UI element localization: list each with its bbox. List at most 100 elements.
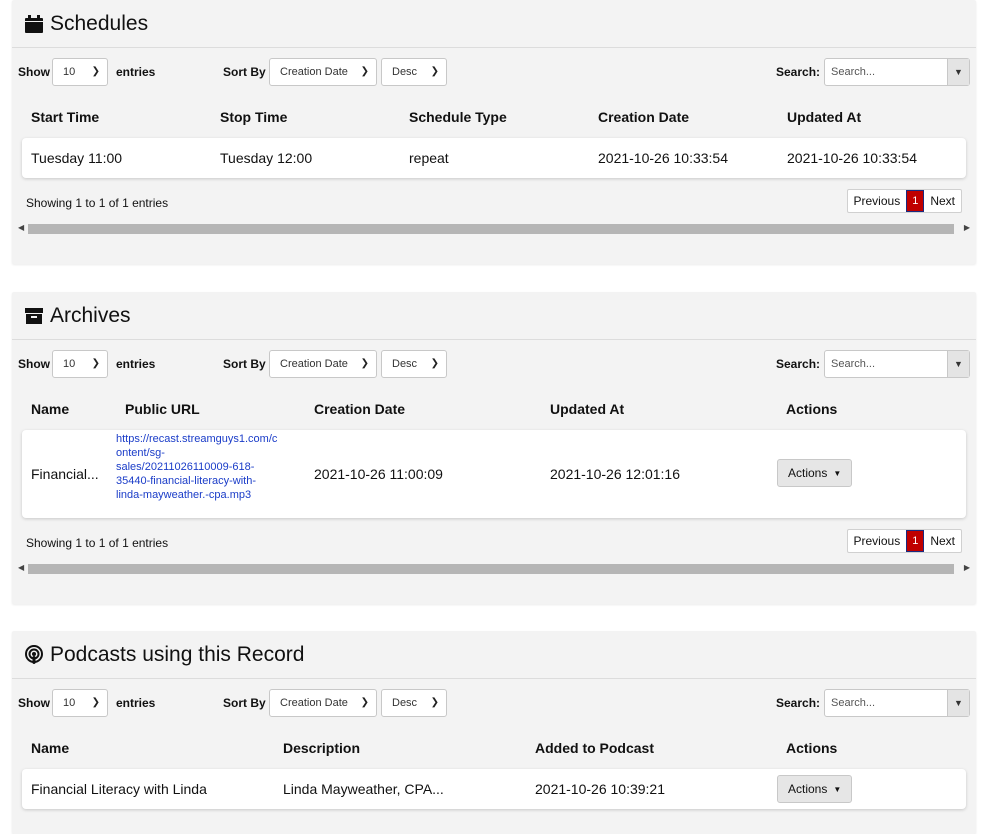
cell-stop-time: Tuesday 12:00 — [220, 150, 313, 166]
col-name[interactable]: Name — [31, 401, 69, 417]
chevron-down-icon: ❯ — [360, 66, 369, 77]
cell-updated-at: 2021-10-26 12:01:16 — [550, 466, 680, 482]
scrollbar-thumb[interactable] — [28, 224, 954, 234]
table-row[interactable]: Tuesday 11:00 Tuesday 12:00 repeat 2021-… — [22, 138, 966, 178]
actions-button[interactable]: Actions ▼ — [777, 775, 853, 803]
previous-button[interactable]: Previous — [848, 190, 907, 212]
caret-down-icon: ▼ — [833, 468, 842, 478]
archives-table-header: Name Public URL Creation Date Updated At… — [12, 388, 976, 430]
entries-select[interactable]: 10 ❯ — [52, 350, 108, 378]
col-added-to-podcast[interactable]: Added to Podcast — [535, 740, 654, 756]
col-actions: Actions — [786, 740, 838, 756]
pagination: Previous 1 Next — [846, 189, 962, 213]
scroll-left-icon[interactable]: ◀ — [18, 223, 24, 232]
search-label: Search: — [776, 696, 821, 710]
cell-creation-date: 2021-10-26 11:00:09 — [314, 466, 443, 482]
sort-select[interactable]: Creation Date ❯ — [269, 58, 377, 86]
schedules-footer: Showing 1 to 1 of 1 entries Previous 1 N… — [12, 178, 976, 222]
entries-value: 10 — [63, 358, 76, 370]
podcast-icon — [25, 644, 43, 664]
chevron-down-icon: ❯ — [360, 358, 369, 369]
calendar-icon — [25, 14, 43, 33]
scrollbar-thumb[interactable] — [28, 564, 954, 574]
page-1-button[interactable]: 1 — [906, 190, 925, 212]
archive-box-icon — [25, 307, 43, 324]
entries-select[interactable]: 10 ❯ — [52, 689, 108, 717]
sort-by-label: Sort By — [223, 65, 266, 79]
cell-name: Financial Literacy with Linda — [31, 781, 207, 797]
col-updated-at[interactable]: Updated At — [787, 109, 861, 125]
order-select[interactable]: Desc ❯ — [381, 350, 447, 378]
chevron-down-icon: ❯ — [91, 358, 100, 369]
order-value: Desc — [392, 358, 418, 370]
search-placeholder: Search... — [831, 697, 876, 709]
archives-header: Archives — [12, 292, 976, 340]
chevron-down-icon: ❯ — [430, 66, 439, 77]
col-schedule-type[interactable]: Schedule Type — [409, 109, 507, 125]
col-public-url[interactable]: Public URL — [125, 401, 200, 417]
sort-value: Creation Date — [280, 66, 348, 78]
schedules-table-header: Start Time Stop Time Schedule Type Creat… — [12, 96, 976, 138]
entries-select[interactable]: 10 ❯ — [52, 58, 108, 86]
search-input[interactable]: Search... ▼ — [824, 58, 970, 86]
entries-label: entries — [116, 696, 156, 710]
col-updated-at[interactable]: Updated At — [550, 401, 624, 417]
actions-button[interactable]: Actions ▼ — [777, 459, 853, 487]
sort-select[interactable]: Creation Date ❯ — [269, 350, 377, 378]
actions-label: Actions — [788, 782, 828, 796]
page-1-button[interactable]: 1 — [906, 530, 925, 552]
url-line: sales/20211026110009-618- — [116, 461, 255, 473]
order-select[interactable]: Desc ❯ — [381, 689, 447, 717]
col-creation-date[interactable]: Creation Date — [598, 109, 689, 125]
schedules-controls: Show 10 ❯ entries Sort By Creation Date ❯ … — [12, 48, 976, 96]
next-button[interactable]: Next — [924, 190, 961, 212]
table-row[interactable]: Financial... https://recast.streamguys1.… — [22, 430, 966, 518]
next-button[interactable]: Next — [924, 530, 961, 552]
order-value: Desc — [392, 697, 418, 709]
scroll-right-icon[interactable]: ▶ — [964, 563, 970, 572]
horizontal-scrollbar[interactable]: ◀ ▶ — [14, 562, 974, 576]
schedules-title: Schedules — [50, 11, 149, 35]
entries-value: 10 — [63, 697, 76, 709]
cell-start-time: Tuesday 11:00 — [31, 150, 123, 166]
public-url-link[interactable]: https://recast.streamguys1.com/c ontent/… — [116, 432, 308, 502]
horizontal-scrollbar[interactable]: ◀ ▶ — [14, 222, 974, 236]
chevron-down-icon: ❯ — [430, 697, 439, 708]
sort-value: Creation Date — [280, 358, 348, 370]
entries-info: Showing 1 to 1 of 1 entries — [26, 536, 169, 550]
chevron-down-icon: ❯ — [360, 697, 369, 708]
url-line: https://recast.streamguys1.com/c — [116, 433, 278, 445]
sort-value: Creation Date — [280, 697, 348, 709]
chevron-down-icon: ❯ — [91, 66, 100, 77]
search-label: Search: — [776, 65, 821, 79]
caret-down-icon[interactable]: ▼ — [947, 351, 969, 377]
scroll-right-icon[interactable]: ▶ — [964, 223, 970, 232]
url-line: 35440-financial-literacy-with- — [116, 475, 257, 487]
order-select[interactable]: Desc ❯ — [381, 58, 447, 86]
show-label: Show — [18, 357, 50, 371]
col-creation-date[interactable]: Creation Date — [314, 401, 405, 417]
search-label: Search: — [776, 357, 821, 371]
caret-down-icon[interactable]: ▼ — [947, 690, 969, 716]
entries-label: entries — [116, 357, 156, 371]
entries-info: Showing 1 to 1 of 1 entries — [26, 196, 169, 210]
col-start-time[interactable]: Start Time — [31, 109, 99, 125]
col-actions: Actions — [786, 401, 838, 417]
col-description[interactable]: Description — [283, 740, 360, 756]
cell-name: Financial... — [31, 466, 99, 482]
search-input[interactable]: Search... ▼ — [824, 689, 970, 717]
show-label: Show — [18, 65, 50, 79]
pagination: Previous 1 Next — [846, 529, 962, 553]
scroll-left-icon[interactable]: ◀ — [18, 563, 24, 572]
col-stop-time[interactable]: Stop Time — [220, 109, 287, 125]
podcasts-title: Podcasts using this Record — [50, 642, 305, 666]
podcasts-controls: Show 10 ❯ entries Sort By Creation Date ❯ … — [12, 679, 976, 727]
entries-label: entries — [116, 65, 156, 79]
search-input[interactable]: Search... ▼ — [824, 350, 970, 378]
col-name[interactable]: Name — [31, 740, 69, 756]
sort-select[interactable]: Creation Date ❯ — [269, 689, 377, 717]
caret-down-icon[interactable]: ▼ — [947, 59, 969, 85]
table-row[interactable]: Financial Literacy with Linda Linda Mayw… — [22, 769, 966, 809]
cell-updated-at: 2021-10-26 10:33:54 — [787, 150, 917, 166]
previous-button[interactable]: Previous — [848, 530, 907, 552]
